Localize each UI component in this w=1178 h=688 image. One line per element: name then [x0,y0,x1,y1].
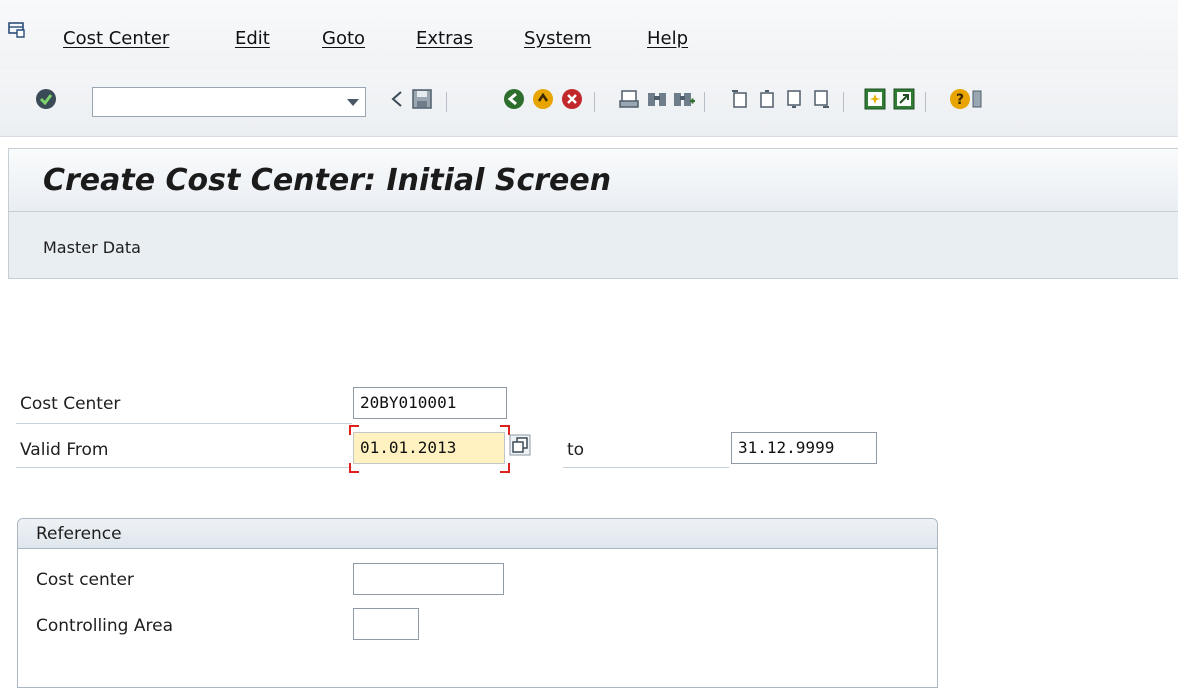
valid-to-label: to [567,440,585,460]
cost-center-label: Cost Center [20,394,121,414]
toolbar-separator [446,92,447,112]
valid-to-input[interactable]: 31.12.9999 [731,432,877,464]
command-field[interactable] [92,87,366,117]
save-icon[interactable] [410,87,434,111]
page-title: Create Cost Center: Initial Screen [43,163,612,198]
reference-group-header: Reference [18,519,937,549]
cancel-icon[interactable] [560,87,584,111]
reference-group-title: Reference [36,524,122,544]
application-toolbar: Master Data [8,212,1178,279]
toolbar-separator [925,92,926,112]
reference-cost-center-input[interactable] [353,563,504,595]
first-page-icon[interactable] [728,87,752,111]
enter-icon[interactable] [34,87,58,111]
find-icon[interactable] [645,87,669,111]
title-bar: Create Cost Center: Initial Screen [8,148,1178,212]
valid-from-input[interactable]: 01.01.2013 [353,432,505,464]
back-nav-icon[interactable] [502,87,526,111]
field-underline [16,467,352,468]
next-page-icon[interactable] [782,87,806,111]
cost-center-input[interactable]: 20BY010001 [353,387,507,419]
create-session-icon[interactable] [863,87,887,111]
toolbar-separator [704,92,705,112]
chevron-down-icon[interactable] [347,99,359,106]
controlling-area-label: Controlling Area [36,616,173,636]
prev-page-icon[interactable] [755,87,779,111]
back-icon[interactable] [385,87,409,111]
print-icon[interactable] [617,87,641,111]
menu-item-system[interactable]: System [524,28,591,49]
menu-bar: Cost Center Edit Goto Extras System Help [0,0,1178,70]
menu-item-extras[interactable]: Extras [416,28,473,49]
shortcut-icon[interactable] [892,87,916,111]
find-next-icon[interactable] [672,87,696,111]
menu-item-goto[interactable]: Goto [322,28,365,49]
menu-item-help[interactable]: Help [647,28,688,49]
field-underline [16,423,352,424]
calendar-picker-icon[interactable] [508,433,532,457]
menu-options-icon[interactable] [8,22,26,38]
toolbar-separator [843,92,844,112]
reference-cost-center-label: Cost center [36,570,134,590]
toolbar-separator [594,92,595,112]
exit-icon[interactable] [531,87,555,111]
svg-text:?: ? [956,92,964,108]
help-icon[interactable]: ? [948,87,972,111]
reference-group: Reference [17,518,938,688]
layout-menu-icon[interactable] [972,87,982,111]
standard-toolbar: ? [0,70,1178,137]
valid-from-label: Valid From [20,440,109,460]
controlling-area-input[interactable] [353,608,419,640]
master-data-button[interactable]: Master Data [43,238,141,257]
last-page-icon[interactable] [809,87,833,111]
field-underline [563,467,729,468]
menu-item-cost-center[interactable]: Cost Center [63,28,169,49]
menu-item-edit[interactable]: Edit [235,28,270,49]
